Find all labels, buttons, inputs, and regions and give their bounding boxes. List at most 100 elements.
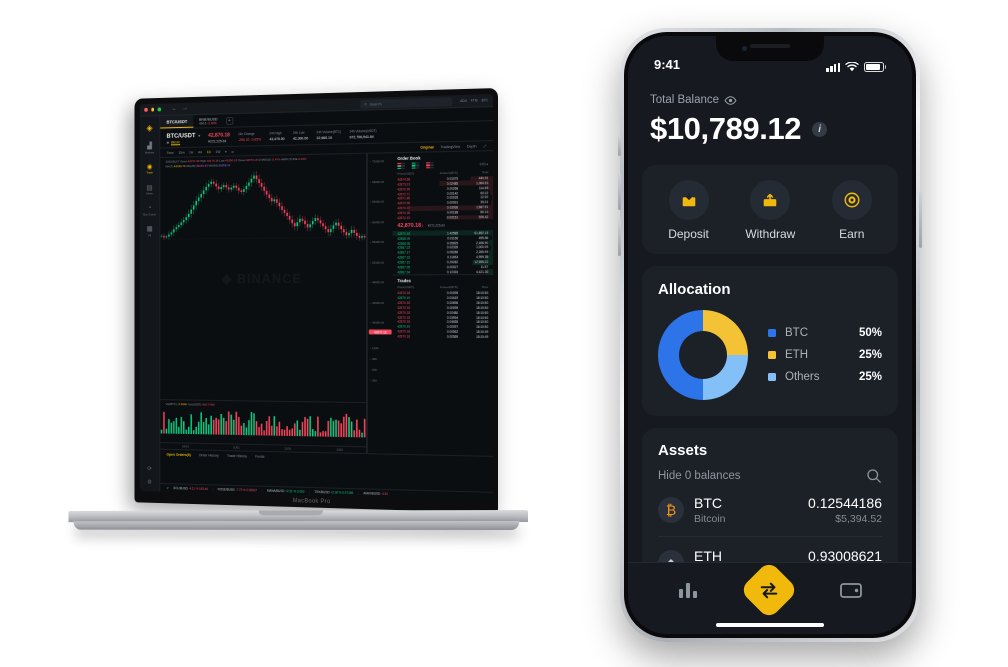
order-book-bids[interactable]: 42870.18 1.42585 61,892.15 42868.09 0.01166 4… — [392, 230, 494, 275]
tab-funds[interactable]: Funds — [255, 455, 264, 459]
price-axis-tick: – 64000.00 — [369, 199, 385, 204]
power-button[interactable] — [919, 192, 922, 248]
home-indicator[interactable] — [628, 616, 912, 634]
order-amount: 0.00188 — [446, 210, 459, 215]
sliders-icon[interactable]: ⚌ — [231, 149, 234, 153]
order-total: 1,000.09 — [476, 245, 489, 250]
tab-open-orders[interactable]: Open Orders(0) — [166, 453, 190, 457]
phone-tab-bar — [628, 559, 912, 620]
chevron-down-icon[interactable]: ▾ — [198, 133, 200, 138]
timeframe-1d[interactable]: 1D — [207, 150, 211, 154]
settings-icon[interactable]: ⚙ — [147, 479, 152, 486]
sidebar-item-all[interactable]: ▦ All — [147, 226, 153, 237]
chevron-down-icon[interactable]: ▾ — [225, 149, 227, 153]
trades-list[interactable]: 42870.18 0.00095 18:10:50 42870.19 0.01619 18… — [393, 291, 494, 340]
ticker-item[interactable]: SOL/BUSD -4.11 % 143.46 — [173, 486, 208, 491]
volume-chart[interactable]: Vol(BTC): 9.584K Vol(USDT) 409.776M 10/0… — [160, 399, 366, 454]
eth-icon: ◆ — [658, 550, 684, 562]
silent-switch[interactable] — [618, 136, 621, 156]
order-total: 499.86 — [478, 235, 489, 240]
order-price: 42870.36 — [397, 211, 411, 216]
view-tradingview[interactable]: TradingView — [440, 144, 460, 148]
order-amount: 0.29282 — [446, 260, 459, 265]
window-maximize-button[interactable] — [157, 107, 161, 112]
total-balance-amount: $10,789.12 — [650, 111, 802, 146]
order-total: 4,421.30 — [476, 269, 489, 274]
window-close-button[interactable] — [144, 108, 148, 112]
refresh-icon[interactable]: ⟳ — [147, 466, 151, 473]
binance-logo-icon[interactable]: ◈ — [146, 123, 152, 134]
withdraw-button[interactable]: Withdraw — [745, 180, 795, 241]
book-layout-both-icon[interactable] — [397, 162, 405, 169]
window-minimize-button[interactable] — [150, 107, 155, 112]
trade-time: 18:10:50 — [476, 310, 489, 315]
trade-row: 42870.18 0.00480 18:10:50 — [393, 310, 494, 315]
tab-markets[interactable] — [677, 580, 699, 600]
suggestion-chip[interactable]: FTM — [471, 99, 478, 103]
price-axis-tick: – 40000.00 — [369, 320, 385, 325]
trade-time: 18:10:50 — [476, 305, 489, 310]
info-icon[interactable]: i — [812, 121, 828, 137]
chart-icon — [678, 582, 697, 598]
search-input[interactable]: ⌕ Search — [360, 96, 453, 109]
ticker-item[interactable]: TRX/BUSD +2.00 % 0.07156 — [314, 490, 353, 495]
tab-order-history[interactable]: Order History — [199, 453, 219, 457]
trade-row: 42870.18 0.00569 18:10:49 — [393, 334, 494, 339]
book-layout-bids-icon[interactable] — [411, 162, 420, 169]
order-total: 89.16 — [480, 210, 489, 215]
search-icon[interactable] — [866, 468, 882, 484]
ticker-item[interactable]: MANA/BUSD +2.51 % 3.063 — [267, 489, 304, 494]
ticker-item[interactable]: AVAX/BUSD -4.51 — [363, 491, 388, 496]
decimal-selector[interactable]: 0.01 ▾ — [480, 162, 489, 166]
pair-tab-bnb-busd[interactable]: BNB/BUSD 484.6 -2.40% — [194, 114, 223, 127]
wallet-icon — [840, 582, 863, 598]
fullscreen-icon[interactable]: ⤢ — [483, 144, 486, 148]
deposit-button[interactable]: Deposit — [668, 180, 709, 241]
timeframe-15m[interactable]: 15m — [178, 150, 184, 154]
phone-screen: 9:41 Total Balance $10,789.12 i Deposit … — [628, 36, 912, 634]
candlestick-chart[interactable]: ◈ BINANCE — [160, 165, 366, 402]
timeframe-1w[interactable]: 1W — [215, 150, 220, 154]
volume-down-button[interactable] — [618, 220, 621, 256]
tab-swap[interactable] — [739, 559, 799, 620]
tab-trade-history[interactable]: Trade History — [227, 454, 247, 458]
asset-row-btc[interactable]: ₿ BTC Bitcoin 0.12544186 $5,394.52 — [658, 484, 882, 537]
order-amount: 0.01075 — [446, 176, 459, 181]
timeframe-4h[interactable]: 4H — [198, 150, 202, 154]
sidebar-item-markets[interactable]: ▟ Markets — [145, 143, 154, 154]
pair-sub-label[interactable]: Bitcoin — [171, 140, 180, 144]
ticker-item[interactable]: ROSE/BUSD -7.79 % 0.50807 — [218, 487, 257, 492]
sidebar-item-buy-crypto[interactable]: ◔ Buy Crypto — [143, 205, 156, 216]
hide-balances-toggle[interactable]: Hide 0 balances — [658, 470, 740, 482]
eye-icon[interactable] — [724, 95, 737, 105]
order-amount: 0.05286 — [446, 250, 459, 255]
order-amount: 0.00268 — [446, 186, 459, 191]
order-total: 61,892.15 — [474, 230, 489, 236]
composite-scene: ← → ⌕ Search ADA FTM BTC ◈ ▟ Markets ◉ T… — [0, 0, 1008, 667]
volume-up-button[interactable] — [618, 174, 621, 210]
action-label: Withdraw — [745, 227, 796, 241]
forward-icon[interactable]: → — [182, 106, 187, 112]
tab-wallet[interactable] — [839, 580, 863, 600]
suggestion-chip[interactable]: ADA — [460, 99, 467, 103]
btc-icon: ₿ — [658, 497, 684, 523]
price-axis-tick: – 48000.00 — [369, 280, 385, 285]
book-layout-asks-icon[interactable] — [426, 162, 434, 169]
add-pair-button[interactable]: + — [225, 116, 233, 125]
grid-icon: ▦ — [146, 226, 153, 233]
order-book-asks[interactable]: 42874.68 0.01075 440.91 42873.13 0.02485 1,06… — [393, 175, 494, 221]
earn-button[interactable]: Earn — [831, 180, 872, 241]
back-icon[interactable]: ← — [172, 106, 177, 112]
pair-tab-btc-usdt[interactable]: BTC/USDT — [160, 115, 194, 129]
order-book-row[interactable]: 42867.04 0.10316 4,421.30 — [393, 269, 494, 275]
sidebar-item-news[interactable]: ▤ News — [146, 184, 152, 196]
legend-swatch — [768, 351, 776, 359]
action-label: Deposit — [668, 227, 709, 241]
sidebar-item-trade[interactable]: ◉ Trade — [146, 164, 153, 175]
asset-row-eth[interactable]: ◆ ETH Ethereum 0.93008621 $2,697.25 — [658, 537, 882, 562]
suggestion-chip[interactable]: BTC — [482, 98, 489, 102]
timeframe-1h[interactable]: 1H — [189, 150, 193, 154]
view-original[interactable]: Original — [420, 145, 433, 149]
order-price: 42867.05 — [397, 265, 411, 270]
view-depth[interactable]: Depth — [467, 144, 477, 148]
